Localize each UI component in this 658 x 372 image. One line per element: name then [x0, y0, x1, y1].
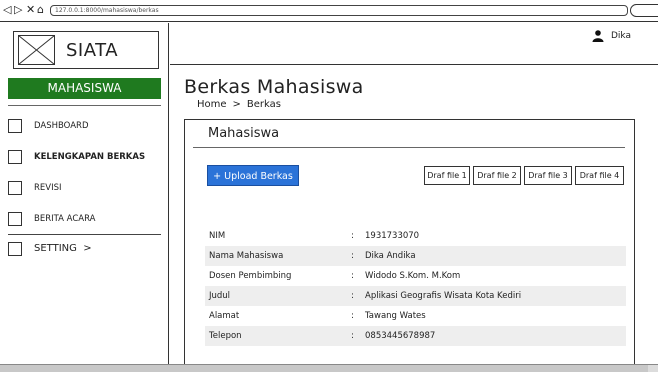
scrollbar-thumb[interactable]: [0, 365, 648, 372]
url-bar[interactable]: 127.0.0.1:8000/mahasiswa/berkas: [50, 5, 628, 16]
sidebar-item-label: BERITA ACARA: [34, 214, 96, 224]
back-arrow-icon[interactable]: ◁: [3, 3, 11, 17]
checkbox-icon: [8, 242, 22, 256]
sidebar-item-kelengkapan-berkas[interactable]: KELENGKAPAN BERKAS: [8, 150, 168, 168]
draf-file-1-button[interactable]: Draf file 1: [424, 166, 470, 185]
logo-image-placeholder-icon: [18, 35, 55, 65]
browser-toolbar: ◁ ▷ ✕ ⌂ 127.0.0.1:8000/mahasiswa/berkas: [0, 0, 658, 22]
breadcrumb: Home > Berkas: [197, 99, 281, 110]
info-label: Alamat: [209, 311, 240, 321]
info-value: Tawang Wates: [365, 311, 426, 321]
card-title: Mahasiswa: [208, 126, 280, 141]
sidebar-item-label: REVISI: [34, 183, 62, 193]
info-label: Telepon: [209, 331, 242, 341]
info-label: Judul: [209, 291, 231, 301]
divider: [8, 105, 161, 106]
page-title: Berkas Mahasiswa: [184, 76, 364, 98]
horizontal-scrollbar[interactable]: [0, 364, 658, 372]
info-row-dosen: Dosen Pembimbing : Widodo S.Kom. M.Kom: [205, 266, 626, 286]
user-name[interactable]: Dika: [611, 31, 631, 41]
checkbox-icon: [8, 212, 22, 226]
info-row-telepon: Telepon : 0853445678987: [205, 326, 626, 346]
sidebar: SIATA MAHASISWA DASHBOARD KELENGKAPAN BE…: [0, 23, 169, 365]
chevron-right-icon: >: [83, 243, 92, 254]
role-badge: MAHASISWA: [8, 78, 161, 99]
divider: [193, 147, 625, 148]
upload-berkas-button[interactable]: + Upload Berkas: [207, 165, 299, 186]
sidebar-item-dashboard[interactable]: DASHBOARD: [8, 119, 168, 137]
info-label: NIM: [209, 231, 226, 241]
breadcrumb-current: Berkas: [246, 99, 281, 110]
info-label: Nama Mahasiswa: [209, 251, 284, 261]
user-icon[interactable]: [592, 30, 604, 42]
draf-file-2-button[interactable]: Draf file 2: [473, 166, 521, 185]
checkbox-icon: [8, 181, 22, 195]
checkbox-icon: [8, 119, 22, 133]
info-colon: :: [351, 231, 354, 241]
close-icon[interactable]: ✕: [26, 3, 35, 17]
sidebar-item-revisi[interactable]: REVISI: [8, 181, 168, 199]
info-colon: :: [351, 251, 354, 261]
checkbox-icon: [8, 150, 22, 164]
info-row-nim: NIM : 1931733070: [205, 226, 626, 246]
header-divider: [170, 64, 658, 65]
info-row-judul: Judul : Aplikasi Geografis Wisata Kota K…: [205, 286, 626, 306]
sidebar-item-label: SETTING >: [34, 243, 92, 254]
logo-text: SIATA: [66, 40, 119, 61]
sidebar-item-berita-acara[interactable]: BERITA ACARA: [8, 212, 168, 230]
breadcrumb-separator: >: [232, 99, 241, 110]
info-label: Dosen Pembimbing: [209, 271, 292, 281]
browser-search-box[interactable]: [630, 4, 658, 17]
info-value: Dika Andika: [365, 251, 416, 261]
logo: SIATA: [13, 31, 159, 69]
breadcrumb-home[interactable]: Home: [197, 99, 227, 110]
draf-file-3-button[interactable]: Draf file 3: [524, 166, 572, 185]
info-value: Aplikasi Geografis Wisata Kota Kediri: [365, 291, 522, 301]
draf-file-4-button[interactable]: Draf file 4: [575, 166, 624, 185]
divider: [8, 234, 161, 235]
sidebar-item-label: DASHBOARD: [34, 121, 89, 131]
forward-arrow-icon[interactable]: ▷: [14, 3, 22, 17]
sidebar-item-label: KELENGKAPAN BERKAS: [34, 152, 146, 162]
info-colon: :: [351, 271, 354, 281]
info-value: 1931733070: [365, 231, 420, 241]
info-colon: :: [351, 331, 354, 341]
info-colon: :: [351, 311, 354, 321]
mahasiswa-card: Mahasiswa + Upload Berkas Draf file 1 Dr…: [184, 119, 635, 365]
info-value: Widodo S.Kom. M.Kom: [365, 271, 461, 281]
info-row-alamat: Alamat : Tawang Wates: [205, 306, 626, 326]
info-row-nama: Nama Mahasiswa : Dika Andika: [205, 246, 626, 266]
sidebar-item-setting[interactable]: SETTING >: [8, 242, 168, 260]
home-icon[interactable]: ⌂: [37, 3, 44, 17]
info-value: 0853445678987: [365, 331, 436, 341]
info-colon: :: [351, 291, 354, 301]
